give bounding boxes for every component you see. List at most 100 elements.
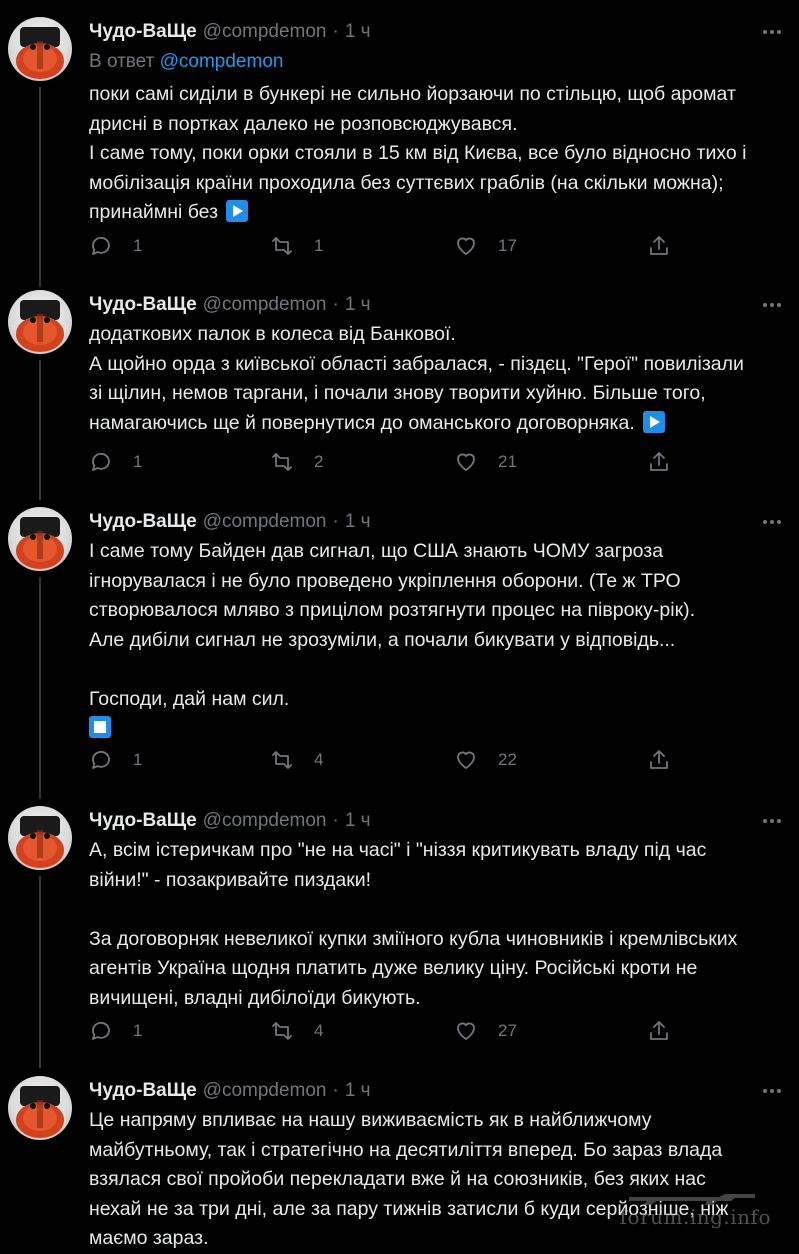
retweet-count: 2 bbox=[314, 452, 324, 471]
text-segment: намагаючись ще й повернутися до омансько… bbox=[89, 411, 635, 434]
text-line: мобілізація країни проходила без суттєви… bbox=[89, 171, 724, 194]
more-options-icon[interactable] bbox=[763, 20, 781, 44]
text-line: Господи, дай нам сил. bbox=[89, 687, 290, 710]
reply-count: 1 bbox=[133, 1021, 143, 1040]
more-options-icon[interactable] bbox=[763, 1079, 781, 1103]
author-name[interactable]: Чудо-ВаЩе bbox=[89, 1080, 197, 1102]
avatar[interactable] bbox=[8, 507, 72, 571]
separator: · bbox=[332, 511, 339, 532]
share-button[interactable] bbox=[647, 231, 671, 261]
timestamp[interactable]: 1 ч bbox=[345, 810, 371, 832]
tweet-text: додаткових палок в колеса від Банкової. … bbox=[89, 320, 789, 438]
text-line: зі щілин, немов таргани, і почали знову … bbox=[89, 382, 706, 404]
reply-count: 1 bbox=[133, 236, 143, 255]
author-name[interactable]: Чудо-ВаЩе bbox=[89, 21, 197, 43]
tweet-text: поки самі сиділи в бункері не сильно йор… bbox=[89, 80, 789, 228]
share-button[interactable] bbox=[647, 745, 671, 775]
avatar[interactable] bbox=[8, 806, 72, 870]
text-line: А, всім істеричкам про "не на часі" і "н… bbox=[89, 839, 707, 861]
like-count: 22 bbox=[498, 750, 517, 769]
more-options-icon[interactable] bbox=[763, 293, 781, 317]
heart-icon bbox=[457, 751, 475, 769]
author-handle[interactable]: @compdemon bbox=[203, 294, 327, 316]
text-line: принаймні без bbox=[89, 198, 789, 228]
timestamp[interactable]: 1 ч bbox=[345, 511, 371, 533]
like-button[interactable]: 17 bbox=[454, 231, 517, 261]
watermark: forum.ing.info bbox=[619, 1205, 771, 1229]
avatar-image bbox=[16, 816, 64, 868]
retweet-icon bbox=[272, 453, 292, 471]
tweet-actions: 1 4 27 bbox=[89, 1016, 779, 1046]
retweet-button[interactable]: 4 bbox=[270, 1016, 323, 1046]
retweet-icon bbox=[272, 751, 292, 769]
author-handle[interactable]: @compdemon bbox=[203, 1080, 327, 1102]
text-line: І саме тому Байден дав сигнал, що США зн… bbox=[89, 540, 664, 562]
retweet-count: 1 bbox=[314, 236, 324, 255]
reply-handle-link[interactable]: @compdemon bbox=[160, 51, 284, 72]
reply-icon bbox=[92, 237, 110, 255]
share-button[interactable] bbox=[647, 1016, 671, 1046]
avatar[interactable] bbox=[8, 290, 72, 354]
reply-icon bbox=[92, 1022, 110, 1040]
tweet-text: Це напряму впливає на нашу виживаємість … bbox=[89, 1106, 789, 1254]
tweet-actions: 1 4 22 bbox=[89, 745, 779, 775]
author-handle[interactable]: @compdemon bbox=[203, 21, 327, 43]
thread-line bbox=[39, 360, 41, 500]
reply-button[interactable]: 1 bbox=[89, 1016, 142, 1046]
avatar-image bbox=[16, 1086, 64, 1138]
play-button-emoji bbox=[226, 200, 249, 222]
author-handle[interactable]: @compdemon bbox=[203, 511, 327, 533]
retweet-button[interactable]: 1 bbox=[270, 231, 323, 261]
tweet-text: І саме тому Байден дав сигнал, що США зн… bbox=[89, 537, 789, 744]
avatar[interactable] bbox=[8, 17, 72, 81]
reply-count: 1 bbox=[133, 750, 143, 769]
share-icon bbox=[650, 750, 668, 769]
text-line: війни!" - позакривайте пиздаки! bbox=[89, 868, 372, 891]
text-line: І саме тому, поки орки стояли в 15 км ві… bbox=[89, 142, 747, 164]
tweet-text: А, всім істеричкам про "не на часі" і "н… bbox=[89, 836, 789, 1013]
heart-icon bbox=[457, 237, 475, 255]
like-button[interactable]: 22 bbox=[454, 745, 517, 775]
retweet-button[interactable]: 4 bbox=[270, 745, 323, 775]
avatar-image bbox=[16, 517, 64, 569]
reply-button[interactable]: 1 bbox=[89, 745, 142, 775]
text-line: майбутньому, так і стратегічно на десяти… bbox=[89, 1138, 723, 1161]
tweet-header: Чудо-ВаЩе @compdemon · 1 ч bbox=[89, 20, 371, 44]
text-line: поки самі сиділи в бункері не сильно йор… bbox=[89, 83, 736, 105]
share-icon bbox=[650, 236, 668, 255]
text-line: А щойно орда з київської області забрала… bbox=[89, 352, 744, 375]
author-name[interactable]: Чудо-ВаЩе bbox=[89, 511, 197, 533]
more-options-icon[interactable] bbox=[763, 809, 781, 833]
share-button[interactable] bbox=[647, 447, 671, 477]
retweet-count: 4 bbox=[314, 1021, 324, 1040]
heart-icon bbox=[457, 453, 475, 471]
text-line: вичищені, владні дибілоїди бикують. bbox=[89, 986, 421, 1009]
retweet-icon bbox=[272, 1022, 292, 1040]
retweet-count: 4 bbox=[314, 750, 324, 769]
timestamp[interactable]: 1 ч bbox=[345, 294, 371, 316]
text-line: додаткових палок в колеса від Банкової. bbox=[89, 323, 456, 345]
retweet-button[interactable]: 2 bbox=[270, 447, 323, 477]
text-line: створювалося мляво з прицілом розтягнути… bbox=[89, 599, 696, 621]
author-name[interactable]: Чудо-ВаЩе bbox=[89, 810, 197, 832]
more-options-icon[interactable] bbox=[763, 510, 781, 534]
text-line: За договорняк невеликої купки зміїного к… bbox=[89, 927, 738, 950]
timestamp[interactable]: 1 ч bbox=[345, 1080, 371, 1102]
avatar-image bbox=[16, 27, 64, 79]
reply-button[interactable]: 1 bbox=[89, 231, 142, 261]
reply-button[interactable]: 1 bbox=[89, 447, 142, 477]
avatar[interactable] bbox=[8, 1076, 72, 1140]
like-button[interactable]: 21 bbox=[454, 447, 517, 477]
share-icon bbox=[650, 452, 668, 471]
thread-line bbox=[39, 87, 41, 287]
text-line: ігнорувалася і не було проведено укріпле… bbox=[89, 569, 681, 592]
separator: · bbox=[332, 294, 339, 315]
author-name[interactable]: Чудо-ВаЩе bbox=[89, 294, 197, 316]
like-count: 21 bbox=[498, 452, 517, 471]
like-button[interactable]: 27 bbox=[454, 1016, 517, 1046]
timestamp[interactable]: 1 ч bbox=[345, 21, 371, 43]
tweet-actions: 1 2 21 bbox=[89, 447, 779, 477]
author-handle[interactable]: @compdemon bbox=[203, 810, 327, 832]
